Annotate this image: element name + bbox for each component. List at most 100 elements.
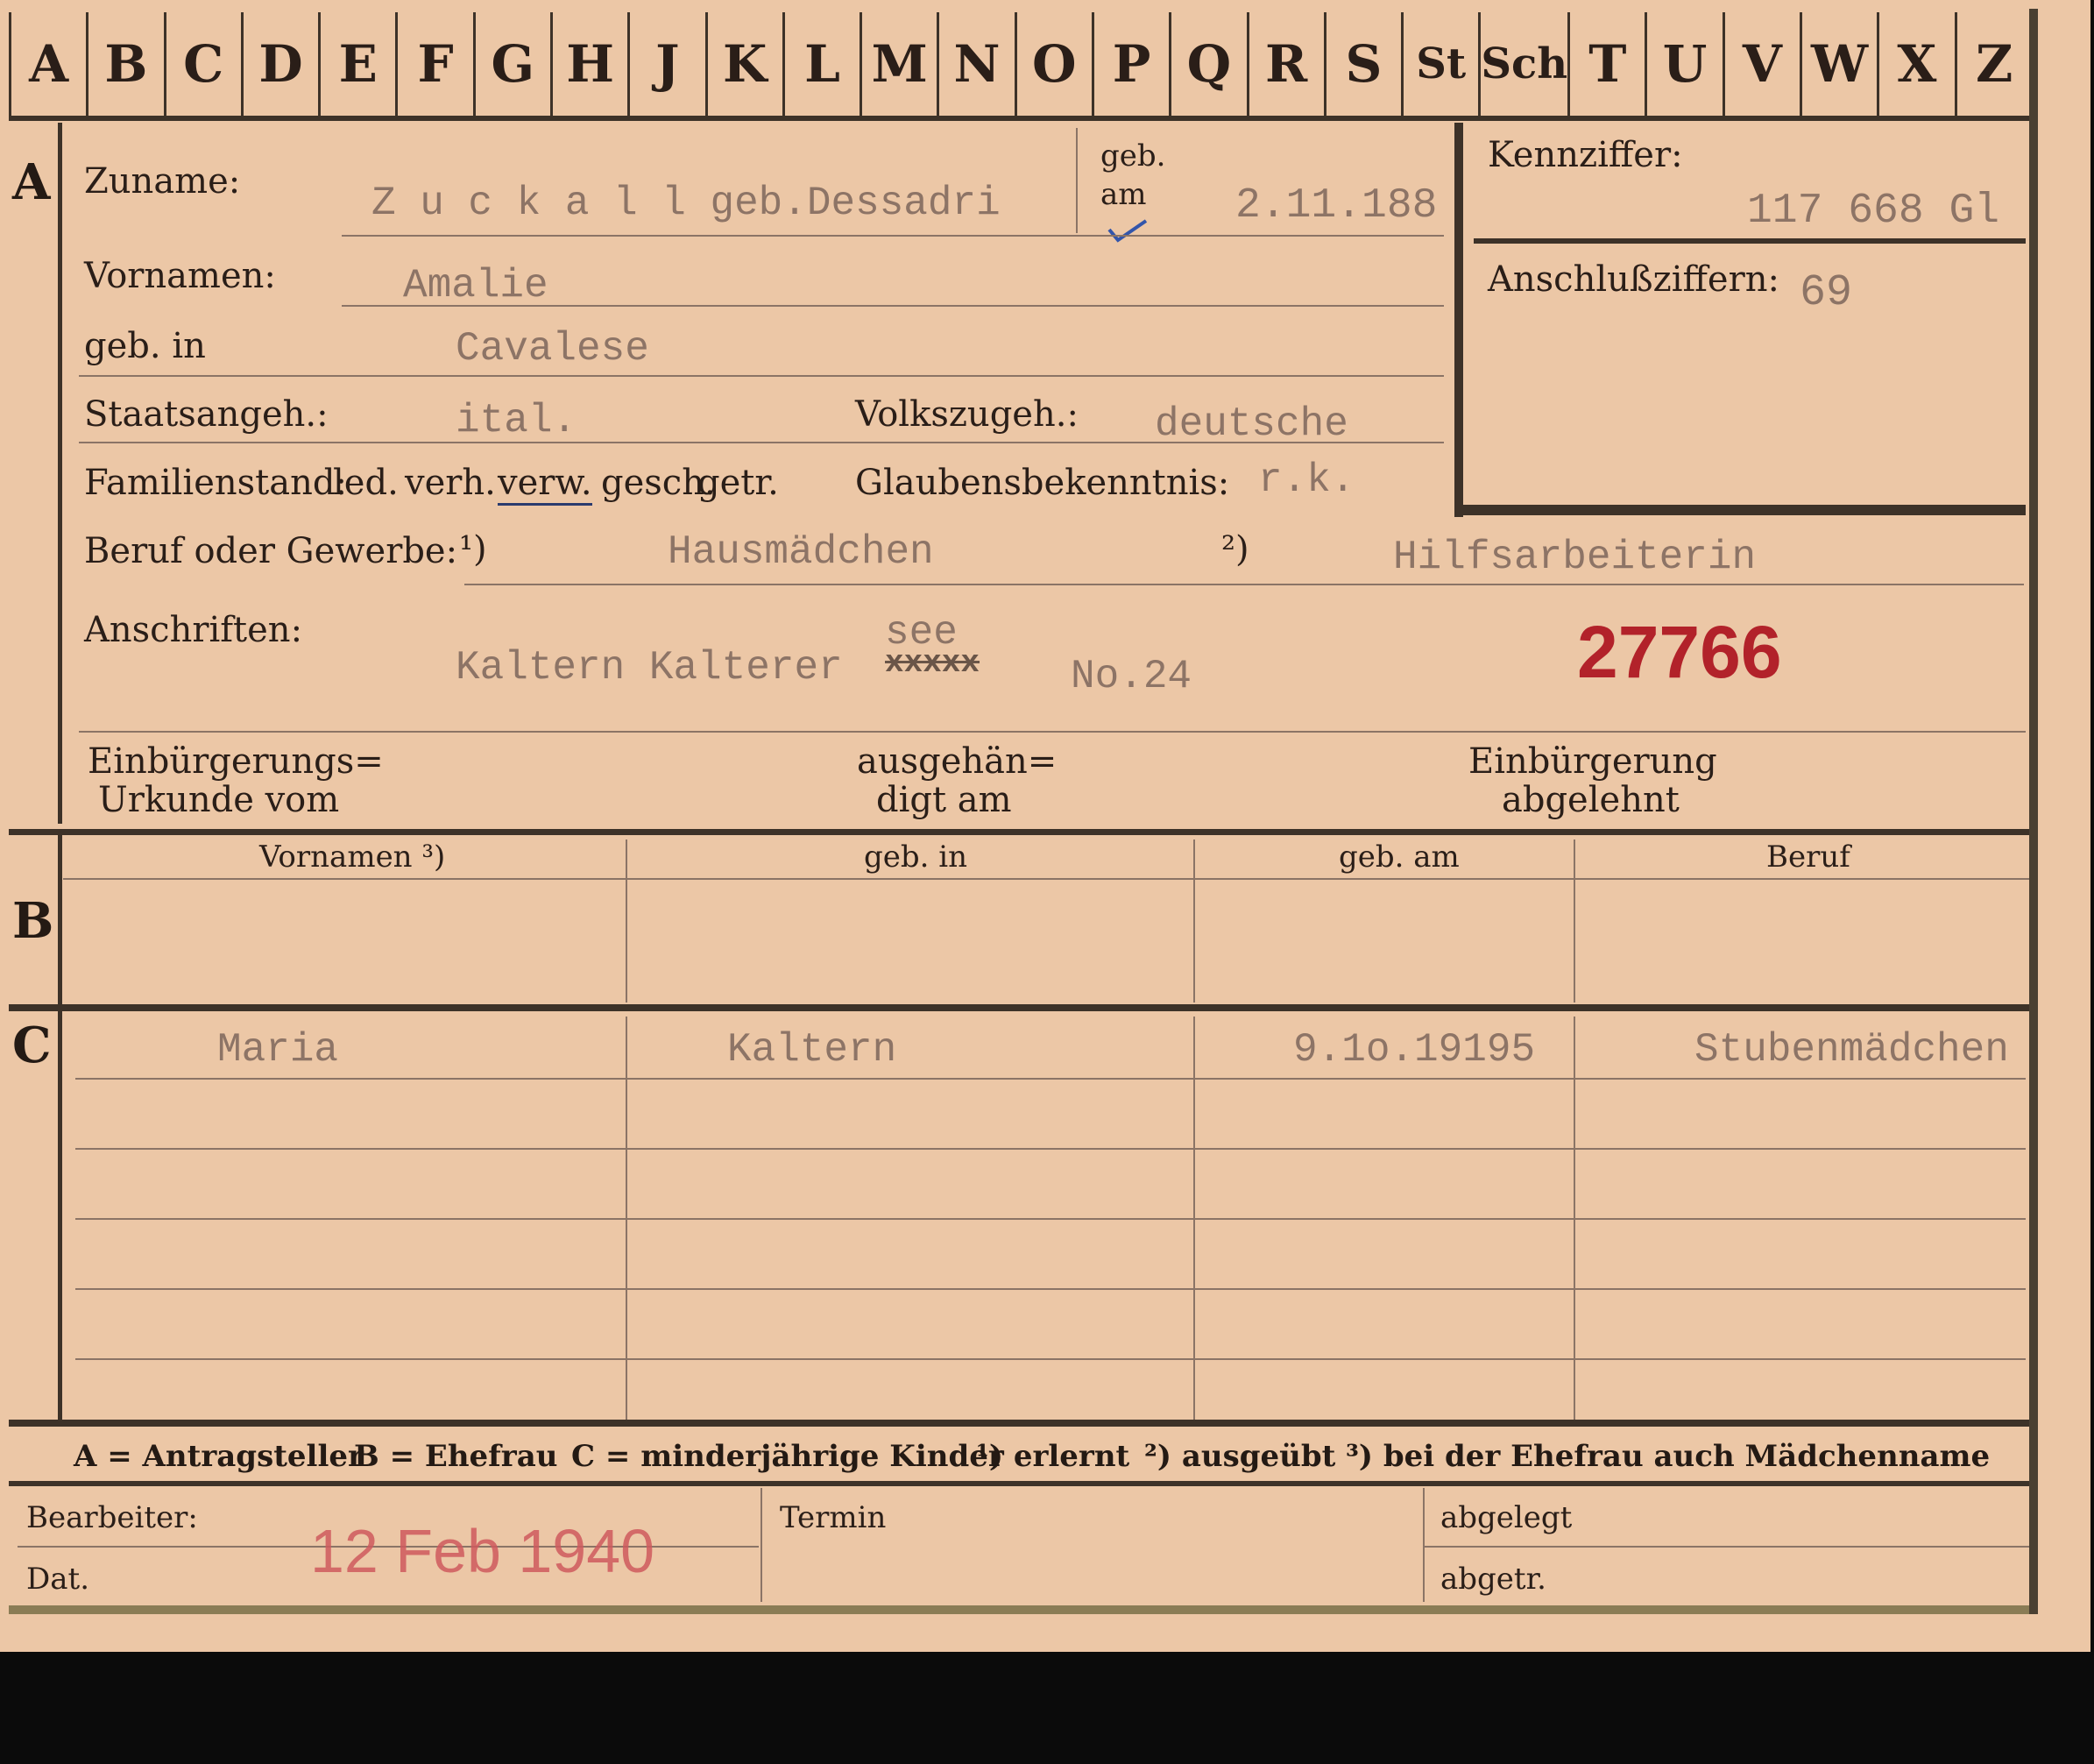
geb-in-rule (79, 375, 1444, 377)
geb-in-label: geb. in (84, 326, 206, 366)
beruf-value-2: Hilfsarbeiterin (1393, 535, 1757, 580)
zuname-rule (342, 235, 1444, 237)
beruf-label: Beruf oder Gewerbe: (84, 531, 458, 571)
legend-b: B = Ehefrau (354, 1439, 558, 1474)
ausgeh-label-bottom: digt am (876, 780, 1012, 820)
vornamen-rule (342, 305, 1444, 307)
staatsangeh-value: ital. (456, 398, 577, 443)
tab-strip-rule (9, 116, 2038, 121)
tab-f: F (398, 12, 476, 116)
legend-note-3: ³) bei der Ehefrau auch Mädchenname (1346, 1439, 1991, 1474)
tab-h: H (553, 12, 631, 116)
geb-am-divider (1076, 128, 1078, 233)
tab-d: D (244, 12, 322, 116)
einb-label-top: Einbürgerungs= (88, 741, 384, 782)
volkszugeh-label: Volkszugeh.: (855, 394, 1079, 435)
kennziffer-value: 117 668 Gl (1747, 188, 2000, 235)
section-b-left-rule (58, 835, 62, 1007)
ausgeh-label-top: ausgehän= (857, 741, 1058, 782)
familienstand-option-getr: getr. (697, 463, 779, 503)
legend-top-rule (9, 1420, 2029, 1427)
geb-am-label-top: geb. (1100, 138, 1166, 174)
tab-a: A (9, 12, 89, 116)
geb-am-label-bottom: am (1100, 177, 1147, 212)
tab-s: S (1326, 12, 1404, 116)
child-beruf: Stubenmädchen (1694, 1027, 2009, 1073)
child-geb-am: 9.1o.19195 (1293, 1027, 1536, 1073)
legend-note-2: ²) ausgeübt (1144, 1439, 1336, 1474)
beruf-rule (464, 584, 2024, 585)
stamp-number: 27766 (1577, 611, 1782, 693)
tab-b: B (88, 12, 166, 116)
footer-divider-1 (760, 1488, 762, 1602)
einb-label-bottom: Urkunde vom (98, 780, 340, 820)
legend-c: C = minderjährige Kinder (571, 1439, 1004, 1474)
tab-x: X (1879, 12, 1957, 116)
tab-c: C (166, 12, 244, 116)
section-b-col-divider-2 (1193, 839, 1195, 1002)
tab-st: St (1404, 12, 1482, 116)
tab-w: W (1802, 12, 1880, 116)
tab-g: G (476, 12, 553, 116)
legend-bottom-rule (9, 1481, 2029, 1486)
beruf-note-2: ²) (1221, 529, 1249, 570)
section-b-label: B (12, 892, 54, 950)
abgelehnt-label-bottom: abgelehnt (1502, 780, 1680, 820)
abgelegt-label: abgelegt (1440, 1500, 1573, 1535)
section-b-col-divider-3 (1574, 839, 1575, 1002)
date-stamp: 12 Feb 1940 (310, 1517, 655, 1585)
abgelehnt-label-top: Einbürgerung (1468, 741, 1717, 782)
tab-m: M (862, 12, 940, 116)
alphabet-tab-strip: A B C D E F G H J K L M N O P Q R S St Sch T U V W X Z (9, 12, 2034, 116)
section-c-top-rule (9, 1004, 2029, 1011)
card-bottom-edge (9, 1605, 2038, 1614)
dat-label: Dat. (26, 1562, 90, 1597)
staatsangeh-rule (79, 442, 1444, 443)
section-b-header-beruf: Beruf (1766, 839, 1850, 875)
anschriften-struck: xxxxx (885, 645, 980, 681)
tab-j: J (630, 12, 708, 116)
volkszugeh-value: deutsche (1155, 401, 1348, 447)
section-b-header-geb-am: geb. am (1339, 839, 1460, 875)
abgelegt-rule (1425, 1546, 2029, 1548)
familienstand-option-verw: verw. (498, 463, 592, 506)
anschriften-no: No.24 (1071, 654, 1192, 699)
tab-e: E (321, 12, 399, 116)
legend-note-1: ¹) erlernt (976, 1439, 1130, 1474)
legend-a: A = Antragsteller (74, 1439, 364, 1474)
card-right-edge (2029, 9, 2038, 1614)
vornamen-label: Vornamen: (84, 256, 276, 296)
section-c-left-rule (58, 1011, 62, 1421)
familienstand-option-led: led. (333, 463, 399, 503)
beruf-value-1: Hausmädchen (668, 529, 934, 575)
tab-v: V (1725, 12, 1802, 116)
section-c-rule-3 (75, 1218, 2026, 1220)
checkmark-icon (1106, 217, 1150, 244)
tab-r: R (1249, 12, 1326, 116)
registration-card: A B C D E F G H J K L M N O P Q R S St Sch T U V W X Z A Zuname: … (0, 0, 2090, 1652)
familienstand-option-verh: verh. (405, 463, 496, 503)
bearbeiter-label: Bearbeiter: (26, 1500, 198, 1535)
tab-n: N (939, 12, 1017, 116)
tab-l: L (785, 12, 863, 116)
staatsangeh-label: Staatsangeh.: (84, 394, 329, 435)
anschluss-value: 69 (1800, 268, 1853, 318)
kennziffer-box-left (1454, 123, 1463, 517)
glauben-label: Glaubensbekenntnis: (855, 463, 1230, 503)
tab-z: Z (1957, 12, 2034, 116)
section-c-label: C (12, 1017, 52, 1074)
termin-label: Termin (780, 1500, 887, 1535)
anschriften-rule (79, 731, 2026, 733)
kennziffer-box-bottom (1454, 505, 2026, 515)
section-b-header-rule (63, 878, 2029, 880)
geb-am-value: 2.11.188 (1235, 182, 1438, 230)
tab-t: T (1570, 12, 1648, 116)
anschriften-label: Anschriften: (84, 610, 303, 650)
zuname-label: Zuname: (84, 161, 241, 202)
kennziffer-label: Kennziffer: (1488, 135, 1683, 175)
section-b-top-rule (9, 829, 2029, 835)
tab-p: P (1094, 12, 1172, 116)
section-c-rule-4 (75, 1288, 2026, 1290)
tab-q: Q (1171, 12, 1249, 116)
tab-u: U (1647, 12, 1725, 116)
